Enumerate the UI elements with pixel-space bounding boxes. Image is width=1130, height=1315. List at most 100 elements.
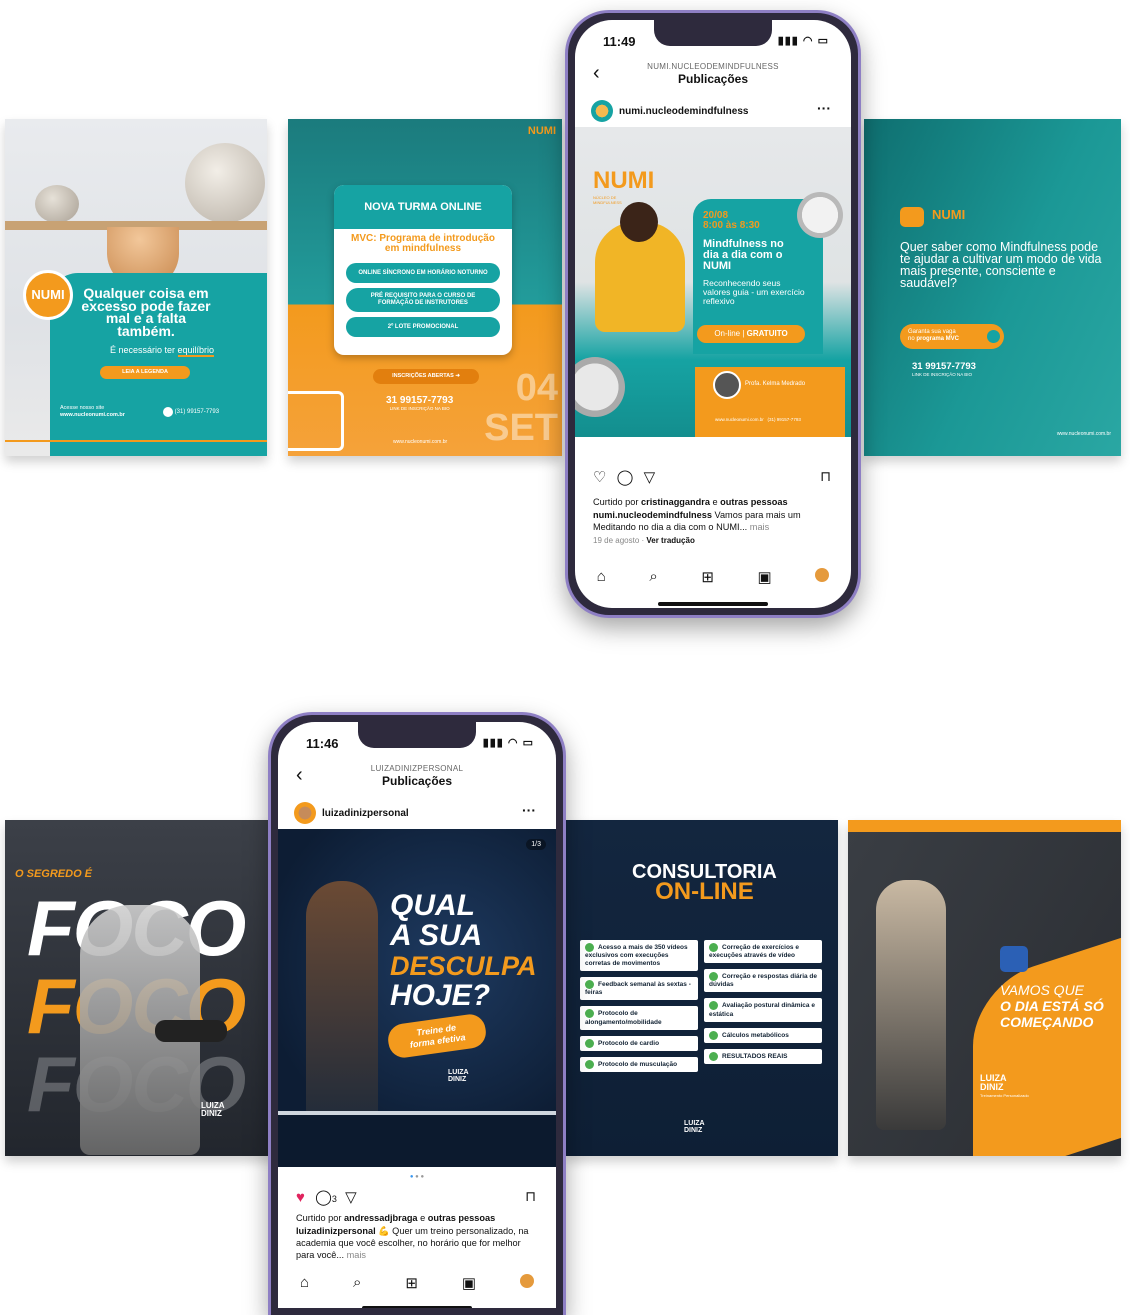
- header-account: LUIZADINIZPERSONAL: [370, 764, 464, 773]
- comment-icon[interactable]: ◯: [617, 469, 634, 486]
- home-icon[interactable]: ⌂: [597, 568, 606, 586]
- bookmark-icon[interactable]: ⊓: [525, 1188, 536, 1205]
- account-name[interactable]: numi.nucleodemindfulness: [619, 106, 748, 117]
- course-item: ONLINE SÍNCRONO EM HORÁRIO NOTURNO: [346, 263, 500, 283]
- site-footer: www.nucleonumi.com.br: [393, 439, 448, 445]
- luiza-post-foco: O SEGREDO É FOCO FOCO FOCO LUIZA DINIZ: [5, 820, 275, 1156]
- home-icon[interactable]: ⌂: [300, 1274, 309, 1292]
- phone-mockup-numi: 11:49 ▮▮▮ ◠ ▭ ‹ NUMI.NUCLEODEMINDFULNESS…: [565, 10, 861, 618]
- vamos-text: VAMOS QUE O DIA ESTÁ SÓ COMEÇANDO: [1000, 982, 1104, 1030]
- chat-heart-icon: [900, 207, 924, 227]
- woman-head: [620, 202, 658, 242]
- carousel-dots: ● ● ●: [409, 1174, 425, 1180]
- bookmark-icon[interactable]: ⊓: [820, 468, 831, 485]
- check-icon: [709, 1051, 718, 1061]
- clock-icon: [797, 192, 843, 238]
- professor-avatar: [713, 371, 741, 399]
- logo-small: NUMI: [932, 207, 966, 222]
- orange-shape: [973, 934, 1121, 1156]
- avatar[interactable]: [591, 100, 613, 122]
- balance-headline: Qualquer coisa em excesso pode fazer mal…: [81, 285, 211, 339]
- luiza-post-vamos: VAMOS QUE O DIA ESTÁ SÓ COMEÇANDO LUIZA …: [848, 820, 1121, 1156]
- post-actions: ♡ ◯ ▽: [593, 468, 655, 486]
- search-icon[interactable]: ⌕: [649, 568, 657, 586]
- share-icon[interactable]: ▽: [644, 469, 656, 486]
- account-name[interactable]: luizadinizpersonal: [322, 808, 409, 819]
- more-options-icon[interactable]: ···: [522, 802, 536, 818]
- search-icon[interactable]: ⌕: [353, 1274, 361, 1292]
- gratuito-button[interactable]: On-line | GRATUITO: [697, 325, 805, 343]
- add-post-icon[interactable]: ⊞: [405, 1274, 418, 1292]
- phone-contact: 31 99157-7793 LINK DE INSCRIÇÃO NA BIO: [912, 361, 976, 377]
- athlete-figure: [876, 880, 946, 1130]
- feature-item: Protocolo de musculação: [580, 1056, 698, 1073]
- numi-logo-badge: NUMI: [23, 270, 73, 320]
- profile-avatar-icon[interactable]: [815, 568, 830, 582]
- header-title: Publicações: [677, 72, 749, 86]
- numi-post-mindfulness-question: NUMI Quer saber como Mindfulness pode te…: [864, 119, 1121, 456]
- numi-post-nova-turma: NUMI NOVA TURMA ONLINE MVC: Programa de …: [288, 119, 562, 456]
- date-day: 04: [515, 367, 558, 409]
- liked-by: Curtido por andressadjbraga e outras pes…: [296, 1213, 496, 1223]
- share-icon[interactable]: ▽: [345, 1189, 357, 1206]
- program-title: MVC: Programa de introdução em mindfulne…: [351, 233, 495, 254]
- bottom-nav: ⌂ ⌕ ⊞ ▣: [278, 1274, 556, 1292]
- heart-filled-icon[interactable]: ♥: [296, 1189, 305, 1206]
- liked-by: Curtido por cristinaggandra e outras pes…: [593, 497, 788, 507]
- card-title-bar: NOVA TURMA ONLINE: [334, 185, 512, 229]
- feature-item: Correção e respostas diária de dúvidas: [704, 969, 822, 993]
- post-image: 1/3 QUAL A SUA DESCULPA HOJE? Treine de …: [278, 829, 556, 1167]
- course-items: ONLINE SÍNCRONO EM HORÁRIO NOTURNO PRÉ R…: [334, 263, 512, 337]
- stone-sphere: [35, 185, 79, 223]
- orange-top-band: [848, 820, 1121, 832]
- bottom-nav: ⌂ ⌕ ⊞ ▣: [575, 568, 851, 586]
- stone-sphere-large: [185, 143, 265, 223]
- battery-icon: ▭: [522, 737, 534, 749]
- course-item: 2º LOTE PROMOCIONAL: [346, 317, 500, 337]
- garanta-vaga-button[interactable]: Garanta sua vaga no programa MVC: [900, 324, 1004, 349]
- more-options-icon[interactable]: ···: [817, 100, 831, 116]
- status-icons: ▮▮▮ ◠ ▭: [778, 34, 829, 47]
- signal-icon: ▮▮▮: [482, 737, 504, 749]
- check-icon: [709, 972, 718, 982]
- post-footer: www.nucleonumi.com.br (31) 99157-7793: [715, 417, 801, 422]
- numi-logo: NUMI: [31, 287, 65, 302]
- comment-icon[interactable]: ◯: [315, 1189, 332, 1206]
- course-item: PRÉ REQUISITO PARA O CURSO DE FORMAÇÃO D…: [346, 288, 500, 312]
- orange-rule: [5, 440, 267, 442]
- brand-mark: LUIZA DINIZ: [201, 1101, 225, 1118]
- inscricoes-button[interactable]: INSCRIÇÕES ABERTAS ➜: [373, 369, 479, 384]
- post-date: 19 de agosto · Ver tradução: [593, 536, 695, 545]
- chevron-down-icon: [987, 330, 1000, 343]
- avatar[interactable]: [294, 802, 316, 824]
- check-icon: [585, 980, 594, 990]
- calendar-icon: [288, 391, 344, 451]
- reels-icon[interactable]: ▣: [462, 1274, 476, 1292]
- numi-logo-sub: NÚCLEO DE MINDFULNESS: [593, 195, 622, 205]
- profile-avatar-icon[interactable]: [520, 1274, 535, 1288]
- event-date: 20/08 8:00 às 8:30: [703, 210, 760, 231]
- luiza-post-consultoria: CONSULTORIA ON-LINE Acesso a mais de 350…: [566, 820, 838, 1156]
- clock-icon-large: [575, 357, 625, 417]
- check-icon: [709, 1030, 718, 1040]
- numi-logo: NUMI: [593, 167, 655, 194]
- feature-item: Protocolo de cardio: [580, 1035, 698, 1051]
- home-indicator: [658, 602, 768, 606]
- chat-heart-icon: [1000, 946, 1028, 972]
- dot-active: ●: [409, 1174, 414, 1180]
- feature-item: Feedback semanal às sextas - feiras: [580, 977, 698, 1001]
- post-image: NUMI NÚCLEO DE MINDFULNESS 20/08 8:00 às…: [575, 127, 851, 437]
- notch: [358, 722, 476, 748]
- check-icon: [585, 1038, 594, 1048]
- add-post-icon[interactable]: ⊞: [701, 568, 714, 586]
- read-caption-button[interactable]: LEIA A LEGENDA: [100, 366, 190, 379]
- wifi-icon: ◠: [507, 737, 519, 749]
- caption: numi.nucleodemindfulness Vamos para mais…: [593, 510, 801, 532]
- site-footer: www.nucleonumi.com.br: [1056, 431, 1111, 437]
- feature-item: Acesso a mais de 350 vídeos exclusivos c…: [580, 940, 698, 972]
- check-icon: [709, 943, 718, 952]
- reels-icon[interactable]: ▣: [757, 568, 771, 586]
- torn-paper-edge: [278, 1111, 556, 1167]
- instagram-screen: 11:46 ▮▮▮ ◠ ▭ ‹ LUIZADINIZPERSONAL Publi…: [278, 722, 556, 1308]
- heart-icon[interactable]: ♡: [593, 469, 606, 486]
